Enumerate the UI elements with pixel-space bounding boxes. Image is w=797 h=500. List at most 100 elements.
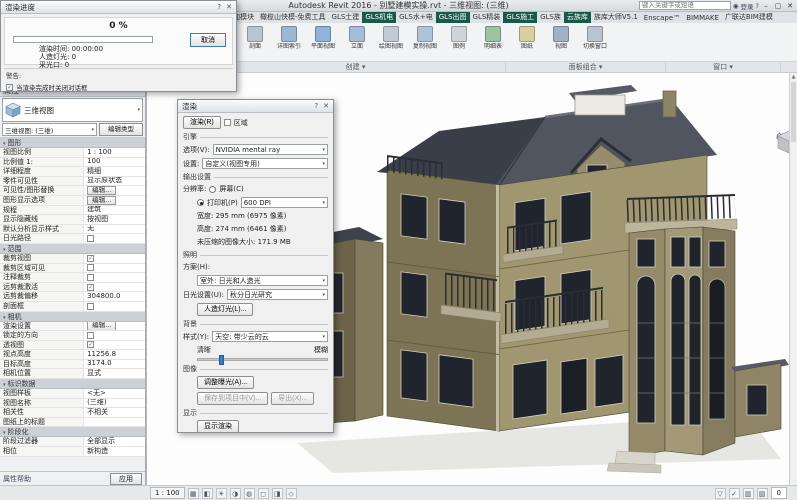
haze-slider-thumb[interactable]: [219, 355, 224, 365]
ribbon-tab[interactable]: 广联达BIM建模: [722, 12, 776, 23]
property-group-header[interactable]: ▾标识数据: [0, 379, 145, 389]
ribbon-tab[interactable]: 橄榄山快模-免费工具: [257, 12, 329, 23]
export-button[interactable]: 导出(X)...: [271, 392, 314, 405]
show-crop-icon[interactable]: ◨: [272, 488, 283, 499]
view-scale-button[interactable]: 1 : 100: [150, 487, 185, 499]
property-checkbox[interactable]: [87, 274, 94, 281]
property-value[interactable]: [84, 331, 145, 340]
maximize-button[interactable]: ▢: [773, 2, 783, 10]
region-checkbox[interactable]: [224, 119, 231, 126]
property-checkbox[interactable]: ✓: [87, 284, 94, 291]
property-checkbox[interactable]: [87, 235, 94, 242]
property-checkbox[interactable]: ✓: [87, 255, 94, 262]
property-value[interactable]: ✓: [84, 283, 145, 292]
vertical-scrollbar[interactable]: ▲: [789, 73, 797, 485]
dialog-help-icon[interactable]: ?: [314, 102, 318, 110]
dialog-close-icon[interactable]: ✕: [226, 3, 232, 11]
login-button[interactable]: 登录: [741, 1, 754, 11]
search-input[interactable]: [639, 1, 731, 10]
render-button[interactable]: 渲染(R): [183, 116, 221, 129]
edit-button[interactable]: 编辑...: [87, 322, 116, 331]
property-checkbox[interactable]: [87, 332, 94, 339]
property-group-header[interactable]: ▾相机: [0, 312, 145, 322]
scroll-up-icon[interactable]: ▲: [790, 73, 797, 81]
type-selector[interactable]: 三维视图 ▾: [2, 98, 143, 122]
worksets-icon[interactable]: ▧: [757, 488, 768, 499]
ribbon-tool[interactable]: 视图: [544, 23, 578, 61]
property-value[interactable]: 新构造: [84, 447, 145, 456]
ribbon-tool[interactable]: 绘图视图: [374, 23, 408, 61]
shadows-icon[interactable]: ◑: [230, 488, 241, 499]
property-value[interactable]: (三维): [84, 399, 145, 408]
apply-button[interactable]: 应用: [110, 473, 142, 485]
instance-selector[interactable]: 三维视图: (三维): [2, 123, 97, 136]
property-value[interactable]: <无>: [84, 389, 145, 398]
crop-view-icon[interactable]: ◻: [258, 488, 269, 499]
property-value[interactable]: 不相关: [84, 408, 145, 417]
ribbon-tool[interactable]: 平面视图: [306, 23, 340, 61]
property-value[interactable]: 编辑...: [84, 196, 145, 205]
edit-button[interactable]: 编辑...: [87, 186, 116, 195]
ribbon-tab[interactable]: GLS精装: [470, 12, 504, 23]
ribbon-tab[interactable]: BIMMAKE: [683, 13, 722, 23]
ribbon-tool[interactable]: 图例: [442, 23, 476, 61]
design-options-icon[interactable]: ▥: [743, 488, 754, 499]
ribbon-tab[interactable]: GLS机电: [362, 12, 396, 23]
editable-only-icon[interactable]: ✓: [729, 488, 740, 499]
property-value[interactable]: 1 : 100: [84, 148, 145, 157]
property-group-header[interactable]: ▾范围: [0, 244, 145, 254]
property-group-header[interactable]: ▾阶段化: [0, 427, 145, 437]
property-value[interactable]: 304800.0: [84, 292, 145, 301]
ribbon-tool[interactable]: 图纸: [510, 23, 544, 61]
property-value[interactable]: [84, 273, 145, 282]
help-icon[interactable]: ?: [756, 2, 759, 10]
style-select[interactable]: 天空: 带少云的云: [212, 331, 328, 342]
close-on-finish-checkbox[interactable]: ✓: [6, 84, 13, 91]
cancel-button[interactable]: 取消: [190, 33, 226, 47]
property-value[interactable]: [84, 264, 145, 273]
property-checkbox[interactable]: [87, 264, 94, 271]
property-value[interactable]: ✓: [84, 341, 145, 350]
scheme-select[interactable]: 室外: 日光和人造光: [197, 275, 328, 286]
property-value[interactable]: [84, 418, 145, 427]
adjust-exposure-button[interactable]: 调整曝光(A)...: [197, 376, 254, 389]
scroll-thumb[interactable]: [791, 82, 796, 142]
property-value[interactable]: 显示原状态: [84, 177, 145, 186]
properties-help-link[interactable]: 属性帮助: [3, 474, 31, 484]
ribbon-tool[interactable]: 明细表: [476, 23, 510, 61]
dialog-close-icon[interactable]: ✕: [323, 102, 329, 110]
property-value[interactable]: ✓: [84, 254, 145, 263]
ribbon-tool[interactable]: 复制视图: [408, 23, 442, 61]
property-group-header[interactable]: ▾图形: [0, 138, 145, 148]
show-render-button[interactable]: 显示渲染: [197, 420, 239, 433]
property-value[interactable]: 建筑: [84, 206, 145, 215]
detail-level-icon[interactable]: ▦: [188, 488, 199, 499]
property-value[interactable]: 精细: [84, 167, 145, 176]
ribbon-tab[interactable]: GLS水+电: [396, 12, 436, 23]
type-dropdown-icon[interactable]: ▾: [137, 107, 140, 113]
ribbon-tab[interactable]: Enscape™: [641, 13, 683, 23]
ribbon-tab[interactable]: 云族库: [564, 12, 591, 23]
edit-type-button[interactable]: 编辑类型: [99, 123, 143, 136]
property-value[interactable]: [84, 302, 145, 311]
filter-icon[interactable]: ▽: [715, 488, 726, 499]
property-value[interactable]: [84, 234, 145, 243]
property-value[interactable]: 3174.0: [84, 360, 145, 369]
property-value[interactable]: 显式: [84, 369, 145, 378]
ribbon-tab[interactable]: GLS族: [537, 12, 564, 23]
minimize-button[interactable]: –: [761, 2, 771, 10]
screen-radio[interactable]: [209, 186, 216, 193]
ribbon-tab[interactable]: GLS出图: [436, 12, 470, 23]
engine-select[interactable]: NVIDIA mental ray: [213, 144, 328, 155]
property-value[interactable]: 100: [84, 158, 145, 167]
sun-setting-select[interactable]: 秋分日光研究: [227, 289, 328, 300]
haze-slider[interactable]: [197, 358, 328, 361]
artificial-lights-button[interactable]: 人造灯光(L)...: [197, 303, 253, 316]
ribbon-tool[interactable]: 切换窗口: [578, 23, 612, 61]
visual-style-icon[interactable]: ◧: [202, 488, 213, 499]
unlocked-view-icon[interactable]: ◇: [286, 488, 297, 499]
property-checkbox[interactable]: ✓: [87, 341, 94, 348]
property-checkbox[interactable]: [87, 303, 94, 310]
ribbon-tool[interactable]: 详图索引: [272, 23, 306, 61]
property-value[interactable]: 全部显示: [84, 437, 145, 446]
